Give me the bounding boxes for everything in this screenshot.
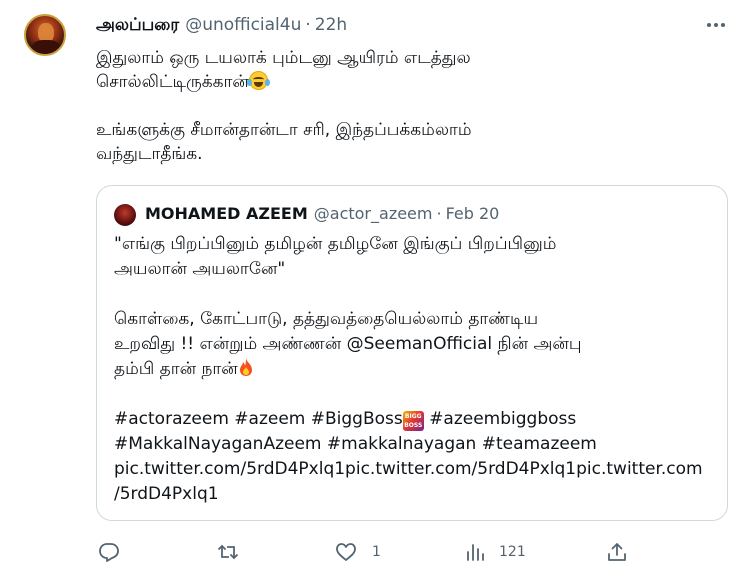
quoted-date: Feb 20 [445,204,500,223]
quoted-display-name: MOHAMED AZEEM [145,204,308,223]
author-display-name[interactable]: அலப்பரை [96,15,179,35]
header-separator: · [305,15,311,35]
quoted-hashtags-rest: #MakkalNayaganAzeem #makkalnayagan #team… [114,434,703,504]
quoted-para2: கொள்கை, கோட்பாடு, தத்துவத்தையெல்லாம் தாண… [114,309,582,379]
quoted-hashtags-b: #azeembiggboss [423,409,577,429]
retweet-icon[interactable] [217,541,239,563]
tweet-time[interactable]: 22h [315,15,347,35]
quoted-hashtags-a: #actorazeem #azeem #BiggBoss [114,409,403,429]
more-icon[interactable] [706,21,726,29]
like-count: 1 [372,544,381,560]
fire-emoji-icon [239,358,252,376]
avatar-body [32,40,60,54]
quoted-para1: "எங்கு பிறப்பினும் தமிழன் தமிழனே இங்குப்… [114,234,557,279]
author-avatar[interactable] [24,14,66,56]
tweet-text: இதுலாம் ஒரு டயலாக் பும்டனு ஆயிரம் எடத்து… [96,46,716,166]
author-handle[interactable]: @unofficial4u [185,15,301,35]
quoted-tweet-header: MOHAMED AZEEM @actor_azeem · Feb 20 [145,203,499,225]
tweet-text-line1: இதுலாம் ஒரு டயலாக் பும்டனு ஆயிரம் எடத்து… [96,48,471,68]
quoted-header-separator: · [436,204,442,223]
biggboss-hashflag-icon: BIGG BOSS [402,411,424,431]
views-count: 121 [499,544,526,560]
quoted-author-avatar [114,204,136,226]
quoted-tweet-text: "எங்கு பிறப்பினும் தமிழன் தமிழனே இங்குப்… [114,232,714,507]
tweet-text-line2: சொல்லிட்டிருக்கான் [96,72,249,92]
reply-icon[interactable] [98,541,120,563]
tweet-text-para2: உங்களுக்கு சீமான்தான்டா சரி, இந்தப்பக்கம… [96,120,472,164]
tweet-header: அலப்பரை @unofficial4u · 22h [96,14,347,36]
views-icon[interactable] [464,541,486,563]
share-icon[interactable] [606,541,628,563]
quoted-handle: @actor_azeem [313,204,433,223]
like-icon[interactable] [335,541,357,563]
joy-emoji-icon [246,71,270,90]
